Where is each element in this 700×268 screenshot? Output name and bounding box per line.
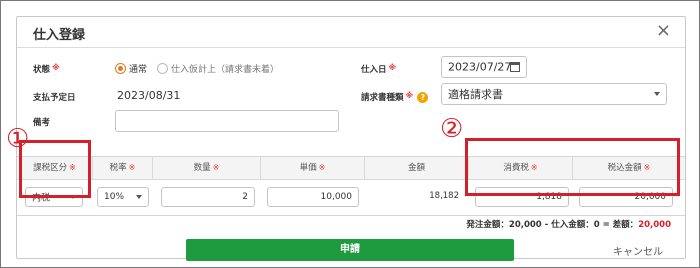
difference-label: 差額： [612,220,639,230]
memo-input[interactable] [115,110,339,132]
total-with-tax-input[interactable]: 20,000 [579,187,673,207]
required-mark: ※ [318,163,326,172]
cancel-button[interactable]: キャンセル [613,243,663,258]
annotation-marker-2: ② [440,114,464,144]
required-mark: ※ [69,163,76,172]
required-mark: ※ [530,163,538,172]
purchase-registration-modal: 仕入登録 × 状態 ※ 通常 仕入仮計上（請求書未着） 支払予定日 2023/08/… [16,16,686,261]
table-header-row: 課税区分 ※ 税率 ※ 数量 ※ 単価 ※ 金額 消費税 ※ 税込金額 ※ [17,157,685,180]
status-radio-normal[interactable] [115,63,126,74]
amount-value: 18,182 [429,191,459,201]
modal-header: 仕入登録 × [17,17,685,48]
consumption-tax-value: 1,818 [536,192,562,202]
tax-rate-select[interactable]: 10% [97,187,149,207]
header-tax-rate: 税率 ※ [93,157,153,179]
status-option-provisional-label: 仕入仮計上（請求書未着） [171,65,280,75]
invoice-type-label: 請求書種類 ※? [361,91,429,103]
required-mark: ※ [643,163,651,172]
header-amount: 金額 [365,157,469,179]
status-label: 状態 ※ [33,63,60,75]
payment-date-value: 2023/08/31 [117,89,181,102]
amount-summary: 発注金額：20,000 - 仕入金額：0 = 差額：20,000 [466,218,671,230]
required-mark: ※ [388,63,397,72]
tax-category-value: 内税 [32,193,51,204]
status-label-text: 状態 [33,65,51,75]
close-icon[interactable]: × [656,21,671,41]
calendar-icon[interactable] [510,62,520,72]
purchase-date-label-text: 仕入日 [361,65,387,75]
invoice-type-value: 適格請求書 [448,88,503,101]
unit-price-value: 10,000 [320,192,353,202]
order-amount-value: 20,000 [508,220,542,230]
required-mark: ※ [405,91,414,100]
purchase-date-label: 仕入日 ※ [361,63,396,75]
order-amount-label: 発注金額： [466,220,509,230]
annotation-marker-1: ① [6,124,30,154]
purchase-amount-label: 仕入金額： [551,220,594,230]
memo-label: 備考 [33,118,51,128]
submit-button[interactable]: 申請 [186,239,514,261]
status-radio-group: 通常 仕入仮計上（請求書未着） [115,62,289,75]
required-mark: ※ [212,163,220,172]
summary-separator-equals: = [599,220,613,230]
header-amount-text: 金額 [407,163,425,173]
payment-date-label: 支払予定日 [33,93,76,103]
chevron-down-icon [136,195,142,199]
header-consumption-tax-text: 消費税 [503,163,529,173]
quantity-value: 2 [242,192,248,202]
tax-category-select[interactable]: 内税 [25,187,83,207]
quantity-input[interactable]: 2 [161,187,255,207]
invoice-type-label-text: 請求書種類 [361,93,404,103]
header-tax-category-text: 課税区分 [33,163,68,173]
summary-separator-minus: - [541,220,552,230]
status-option-normal-label: 通常 [129,65,148,75]
header-unit-price-text: 単価 [299,163,317,173]
header-quantity: 数量 ※ [153,157,261,179]
tax-rate-value: 10% [104,192,125,202]
modal-title: 仕入登録 [33,28,86,43]
header-quantity-text: 数量 [193,163,211,173]
header-tax-rate-text: 税率 [109,163,127,173]
required-mark: ※ [128,163,136,172]
item-table: 課税区分 ※ 税率 ※ 数量 ※ 単価 ※ 金額 消費税 ※ 税込金額 ※ 内税 10% 2… [17,156,685,216]
header-tax-category: 課税区分 ※ [17,157,93,179]
consumption-tax-input[interactable]: 1,818 [475,187,569,207]
chevron-down-icon [70,195,76,199]
purchase-date-input[interactable]: 2023/07/27 [441,56,527,78]
header-consumption-tax: 消費税 ※ [469,157,573,179]
header-total-with-tax-text: 税込金額 [607,163,642,173]
chevron-down-icon [654,92,660,96]
help-icon[interactable]: ? [417,92,429,103]
difference-value: 20,000 [638,220,671,230]
header-total-with-tax: 税込金額 ※ [573,157,685,179]
purchase-date-value: 2023/07/27 [448,60,512,74]
total-with-tax-value: 20,000 [634,192,667,202]
required-mark: ※ [52,63,60,72]
header-unit-price: 単価 ※ [261,157,365,179]
invoice-type-select[interactable]: 適格請求書 [441,83,667,105]
unit-price-input[interactable]: 10,000 [267,187,359,207]
status-radio-provisional[interactable] [157,63,169,74]
